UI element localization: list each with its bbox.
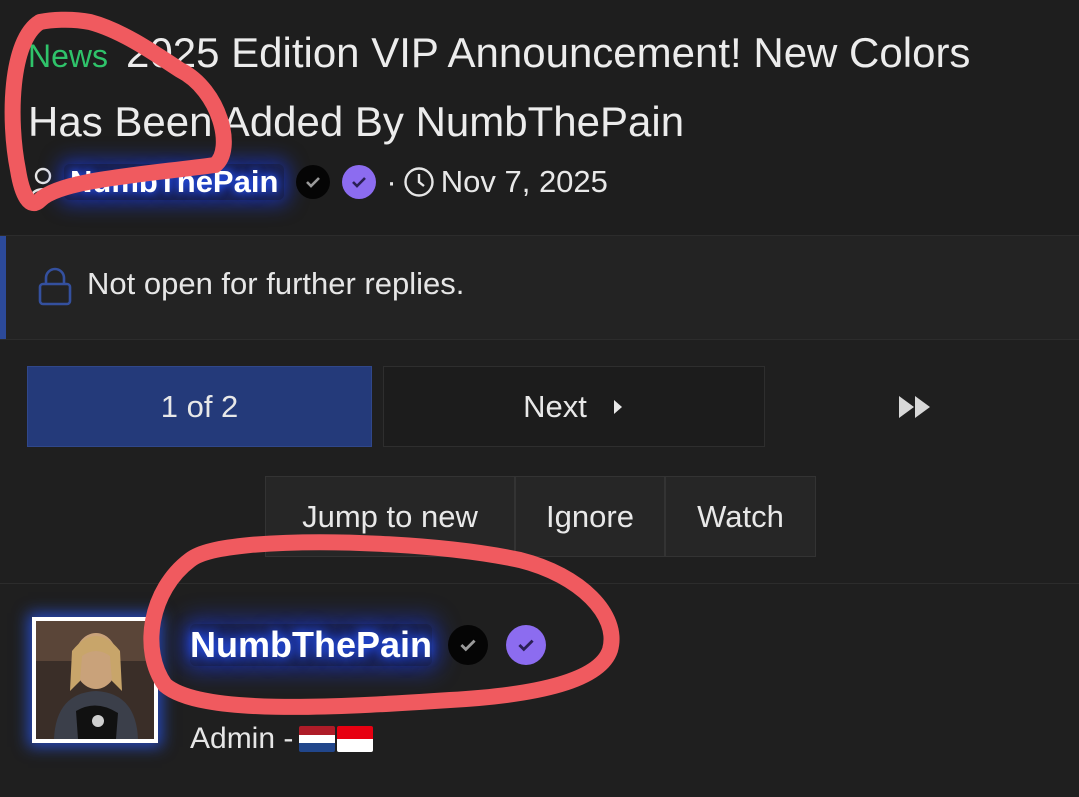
post-divider [0, 583, 1079, 584]
netherlands-flag-icon [299, 726, 336, 752]
verified-badge-icon [342, 165, 377, 199]
thread-title: News 2025 Edition VIP Announcement! New C… [28, 20, 1028, 155]
staff-badge-icon [296, 165, 331, 199]
thread-date[interactable]: Nov 7, 2025 [441, 164, 608, 200]
thread-meta: NumbThePain · Nov 7, 2025 [30, 162, 608, 202]
staff-badge-icon [448, 625, 489, 665]
thread-title-text: 2025 Edition VIP Announcement! New Color… [28, 29, 971, 145]
indonesia-flag-icon [337, 726, 374, 752]
thread-prefix[interactable]: News [28, 38, 108, 74]
user-icon [30, 167, 56, 197]
post-author: NumbThePain [190, 620, 547, 670]
caret-right-icon [613, 399, 622, 414]
verified-badge-icon [506, 625, 547, 665]
ignore-button[interactable]: Ignore [515, 476, 665, 557]
post-username-link[interactable]: NumbThePain [190, 624, 433, 666]
user-title: Admin - [190, 722, 374, 756]
thread-header: News 2025 Edition VIP Announcement! New C… [0, 0, 1079, 235]
next-page-button[interactable]: Next [383, 366, 765, 447]
clock-icon [404, 167, 434, 197]
next-page-label: Next [523, 388, 587, 424]
notice-accent-bar [0, 236, 6, 339]
locked-notice-text: Not open for further replies. [87, 266, 465, 301]
user-role: Admin - [190, 722, 294, 755]
avatar[interactable] [32, 617, 158, 743]
fast-forward-icon [899, 395, 930, 418]
last-page-button[interactable] [860, 366, 970, 447]
avatar-image [36, 621, 154, 739]
watch-button[interactable]: Watch [665, 476, 816, 557]
thread-author-link[interactable]: NumbThePain [64, 164, 285, 200]
jump-to-new-button[interactable]: Jump to new [265, 476, 515, 557]
lock-icon [38, 267, 72, 306]
meta-separator: · [386, 164, 397, 199]
page-jump-button[interactable]: 1 of 2 [27, 366, 372, 447]
